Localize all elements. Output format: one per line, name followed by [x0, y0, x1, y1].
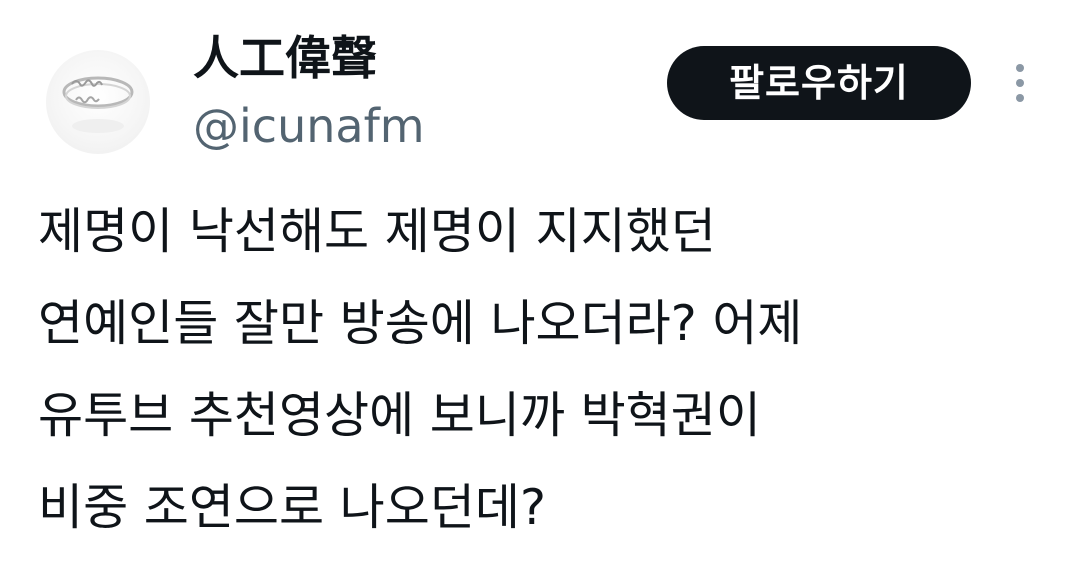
tweet-text: 제명이 낙선해도 제명이 지지했던 연예인들 잘만 방송에 나오더라? 어제 유…: [38, 186, 1048, 554]
more-dot: [1016, 64, 1024, 72]
user-handle[interactable]: @icunafm: [193, 96, 425, 156]
avatar[interactable]: [46, 50, 150, 154]
tweet-card: 人工偉聲 @icunafm 팔로우하기 제명이 낙선해도 제명이 지지했던 연예…: [0, 0, 1080, 582]
more-dot: [1016, 94, 1024, 102]
tweet-text-line: 유투브 추천영상에 보니까 박혁권이: [38, 387, 761, 444]
more-dot: [1016, 79, 1024, 87]
ring-photo-avatar-icon: [62, 76, 134, 133]
tweet-text-line: 비중 조연으로 나오던데?: [38, 479, 546, 536]
more-vertical-icon[interactable]: [1002, 58, 1038, 108]
follow-button[interactable]: 팔로우하기: [667, 46, 971, 120]
tweet-text-line: 제명이 낙선해도 제명이 지지했던: [38, 203, 716, 260]
display-name[interactable]: 人工偉聲: [193, 28, 377, 88]
tweet-text-line: 연예인들 잘만 방송에 나오더라? 어제: [38, 295, 803, 352]
